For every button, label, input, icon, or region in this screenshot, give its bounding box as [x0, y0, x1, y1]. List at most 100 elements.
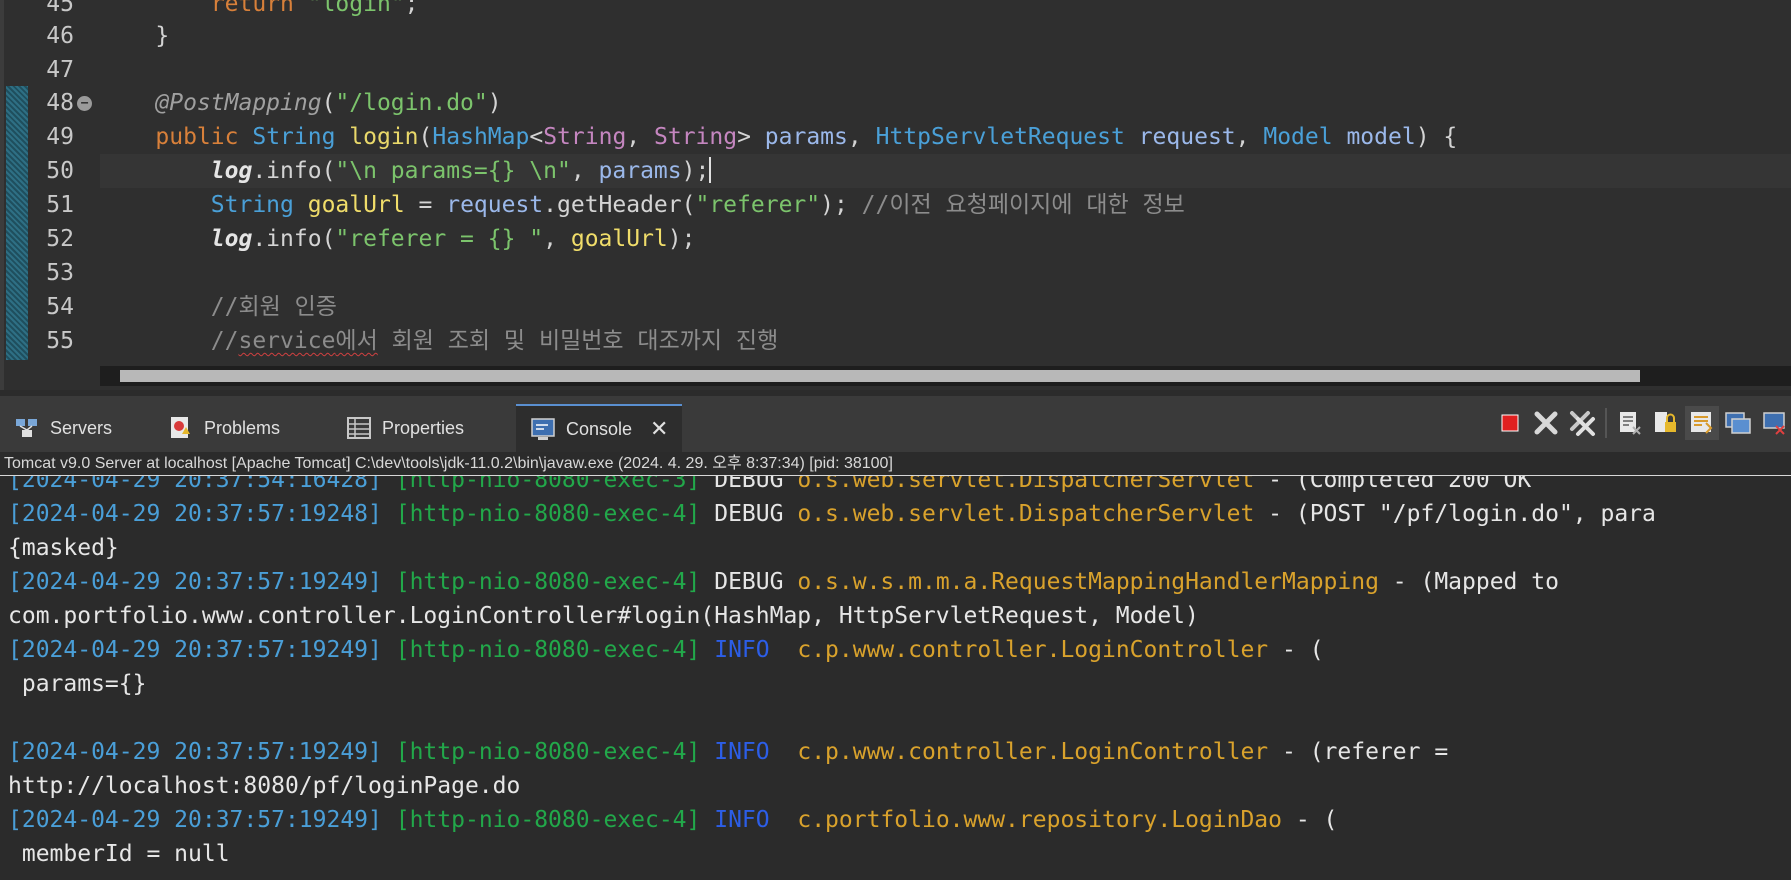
code-line-55[interactable]: //service에서 회원 조회 및 비밀번호 대조까지 진행: [100, 324, 778, 358]
code-line-54[interactable]: //회원 인증: [100, 290, 337, 324]
string-literal: "referer = {} ": [335, 226, 544, 252]
log-message: - (referer =: [1268, 739, 1449, 765]
console-text-line: params={}: [8, 671, 147, 697]
type-name: HttpServletRequest: [875, 124, 1125, 150]
console-text-line: com.portfolio.www.controller.LoginContro…: [8, 603, 1199, 629]
line-number: 45: [46, 0, 74, 17]
log-thread: [http-nio-8080-exec-4]: [395, 501, 701, 527]
method-name: login: [349, 124, 419, 150]
tab-servers[interactable]: Servers: [0, 404, 112, 452]
brace: }: [155, 23, 170, 49]
pin-console-icon[interactable]: [1721, 406, 1755, 440]
clear-console-icon[interactable]: [1613, 406, 1647, 440]
punctuation: ,: [1235, 124, 1264, 150]
local-variable: goalUrl: [570, 226, 668, 252]
log-timestamp: [2024-04-29 20:37:57:19249]: [8, 569, 382, 595]
tab-properties[interactable]: Properties: [332, 404, 464, 452]
punctuation: ,: [570, 158, 599, 184]
remove-launch-icon[interactable]: [1529, 406, 1563, 440]
scrollbar-thumb[interactable]: [120, 370, 1640, 382]
line-number: 50: [46, 158, 74, 184]
log-level: DEBUG: [714, 501, 784, 527]
console-text-line: {masked}: [8, 535, 119, 561]
method-call: .info(: [252, 226, 336, 252]
type-name: String: [252, 124, 336, 150]
line-number: 48: [46, 90, 74, 116]
punctuation: ,: [626, 124, 654, 150]
servers-icon: [14, 415, 40, 441]
line-number: 55: [46, 328, 74, 354]
punctuation: ,: [847, 124, 876, 150]
punctuation: >: [737, 124, 765, 150]
type-name: String: [210, 192, 294, 218]
code-line-52[interactable]: log.info("referer = {} ", goalUrl);: [100, 222, 696, 256]
code-line-50[interactable]: log.info("\n params={} \n", params);: [100, 154, 712, 188]
log-message: - (Mapped to: [1378, 569, 1559, 595]
log-logger: o.s.w.s.m.m.a.RequestMappingHandlerMappi…: [797, 569, 1379, 595]
console-output[interactable]: [2024-04-29 20:37:54:16428] [http-nio-80…: [0, 476, 1791, 880]
log-logger: c.p.www.controller.LoginController: [797, 739, 1269, 765]
code-line-51[interactable]: String goalUrl = request.getHeader("refe…: [100, 188, 1185, 222]
log-logger: o.s.web.servlet.DispatcherServlet: [797, 476, 1255, 493]
horizontal-scrollbar[interactable]: [100, 366, 1791, 386]
tab-problems[interactable]: Problems: [154, 404, 280, 452]
type-name: HashMap: [432, 124, 530, 150]
keyword: public: [155, 124, 239, 150]
string-literal: "/login.do": [335, 90, 488, 116]
problems-icon: [168, 415, 194, 441]
console-log-line: [2024-04-29 20:37:57:19249] [http-nio-80…: [8, 735, 1448, 769]
punctuation: );: [681, 158, 710, 184]
log-thread: [http-nio-8080-exec-3]: [395, 476, 701, 493]
console-log-line: [2024-04-29 20:37:57:19249] [http-nio-80…: [8, 565, 1559, 599]
change-indicator-bar: [6, 86, 28, 360]
tab-console[interactable]: Console ✕: [516, 404, 683, 452]
annotation: @PostMapping: [155, 90, 322, 116]
comment: //회원 인증: [210, 294, 337, 320]
static-field: log: [210, 226, 253, 252]
console-log-line: [2024-04-29 20:37:54:16428] [http-nio-80…: [8, 476, 1531, 497]
log-message: - (POST "/pf/login.do", para: [1254, 501, 1656, 527]
word-wrap-icon[interactable]: [1685, 406, 1719, 440]
code-line-45[interactable]: return "login";: [100, 0, 419, 21]
line-number: 53: [46, 260, 74, 286]
log-thread: [http-nio-8080-exec-4]: [395, 807, 701, 833]
line-number-gutter: 45 46 47 48 49 50 51 52 53 54 55 −: [30, 0, 100, 360]
code-line-48[interactable]: @PostMapping("/login.do"): [100, 86, 501, 120]
console-icon: [530, 416, 556, 442]
console-log-line: [2024-04-29 20:37:57:19248] [http-nio-80…: [8, 497, 1656, 531]
comment: //: [210, 328, 239, 354]
collapse-fold-icon[interactable]: −: [77, 96, 92, 111]
log-thread: [http-nio-8080-exec-4]: [395, 569, 701, 595]
spelling-warning: service: [238, 328, 336, 354]
console-toolbar: [1493, 404, 1791, 442]
code-editor[interactable]: 45 46 47 48 49 50 51 52 53 54 55 − retur…: [0, 0, 1791, 390]
static-field: log: [210, 158, 253, 184]
log-logger: o.s.web.servlet.DispatcherServlet: [797, 501, 1255, 527]
generic-type: String: [543, 124, 627, 150]
terminate-icon[interactable]: [1493, 406, 1527, 440]
parameter: request: [446, 192, 544, 218]
toolbar-separator: [1605, 408, 1607, 438]
console-text-line: memberId = null: [8, 841, 230, 867]
log-timestamp: [2024-04-29 20:37:57:19249]: [8, 739, 382, 765]
remove-all-terminated-icon[interactable]: [1565, 406, 1599, 440]
parameter: model: [1346, 124, 1416, 150]
comment: //이전 요청페이지에 대한 정보: [861, 192, 1185, 218]
code-line-46[interactable]: }: [100, 19, 169, 53]
scroll-lock-icon[interactable]: [1649, 406, 1683, 440]
comment: 회원 조회 및 비밀번호 대조까지 진행: [377, 328, 779, 354]
log-message: - (Completed 200 OK: [1254, 476, 1532, 493]
close-icon[interactable]: ✕: [650, 418, 668, 440]
display-console-icon[interactable]: [1757, 406, 1791, 440]
log-level: DEBUG: [714, 476, 784, 493]
log-logger: c.portfolio.www.repository.LoginDao: [797, 807, 1282, 833]
code-line-49[interactable]: public String login(HashMap<String, Stri…: [100, 120, 1457, 154]
log-logger: c.p.www.controller.LoginController: [797, 637, 1269, 663]
log-thread: [http-nio-8080-exec-4]: [395, 739, 701, 765]
properties-icon: [346, 415, 372, 441]
punctuation: );: [667, 226, 696, 252]
console-log-line: [2024-04-29 20:37:57:19249] [http-nio-80…: [8, 803, 1337, 837]
punctuation: ) {: [1415, 124, 1458, 150]
tab-label: Console: [566, 418, 633, 439]
log-timestamp: [2024-04-29 20:37:54:16428]: [8, 476, 382, 493]
